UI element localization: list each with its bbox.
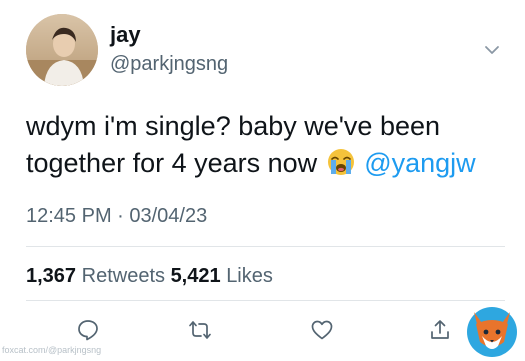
fox-logo-icon	[467, 307, 517, 357]
retweets-count[interactable]: 1,367	[26, 265, 76, 287]
divider	[26, 246, 505, 247]
tweet-timestamp[interactable]: 12:45 PM · 03/04/23	[26, 206, 207, 226]
tweet-text: wdym i'm single? baby we've been togethe…	[26, 108, 506, 182]
chevron-down-icon[interactable]	[482, 40, 502, 60]
avatar[interactable]	[26, 14, 98, 86]
mention-link[interactable]: @yangjw	[364, 148, 475, 178]
retweets-label[interactable]: Retweets	[82, 265, 165, 287]
loudly-crying-face-icon	[327, 149, 354, 175]
reply-icon[interactable]	[76, 318, 100, 342]
user-handle[interactable]: @parkjngsng	[110, 54, 228, 74]
share-icon[interactable]	[428, 318, 452, 342]
watermark: foxcat.com/@parkjngsng	[2, 345, 102, 355]
avatar-photo	[26, 14, 98, 86]
retweet-icon[interactable]	[188, 318, 212, 342]
likes-label[interactable]: Likes	[226, 265, 273, 287]
likes-count[interactable]: 5,421	[171, 265, 221, 287]
engagement-stats: 1,367 Retweets 5,421 Likes	[26, 266, 273, 286]
like-icon[interactable]	[310, 318, 334, 342]
display-name[interactable]: jay	[110, 24, 141, 46]
divider	[26, 300, 505, 301]
